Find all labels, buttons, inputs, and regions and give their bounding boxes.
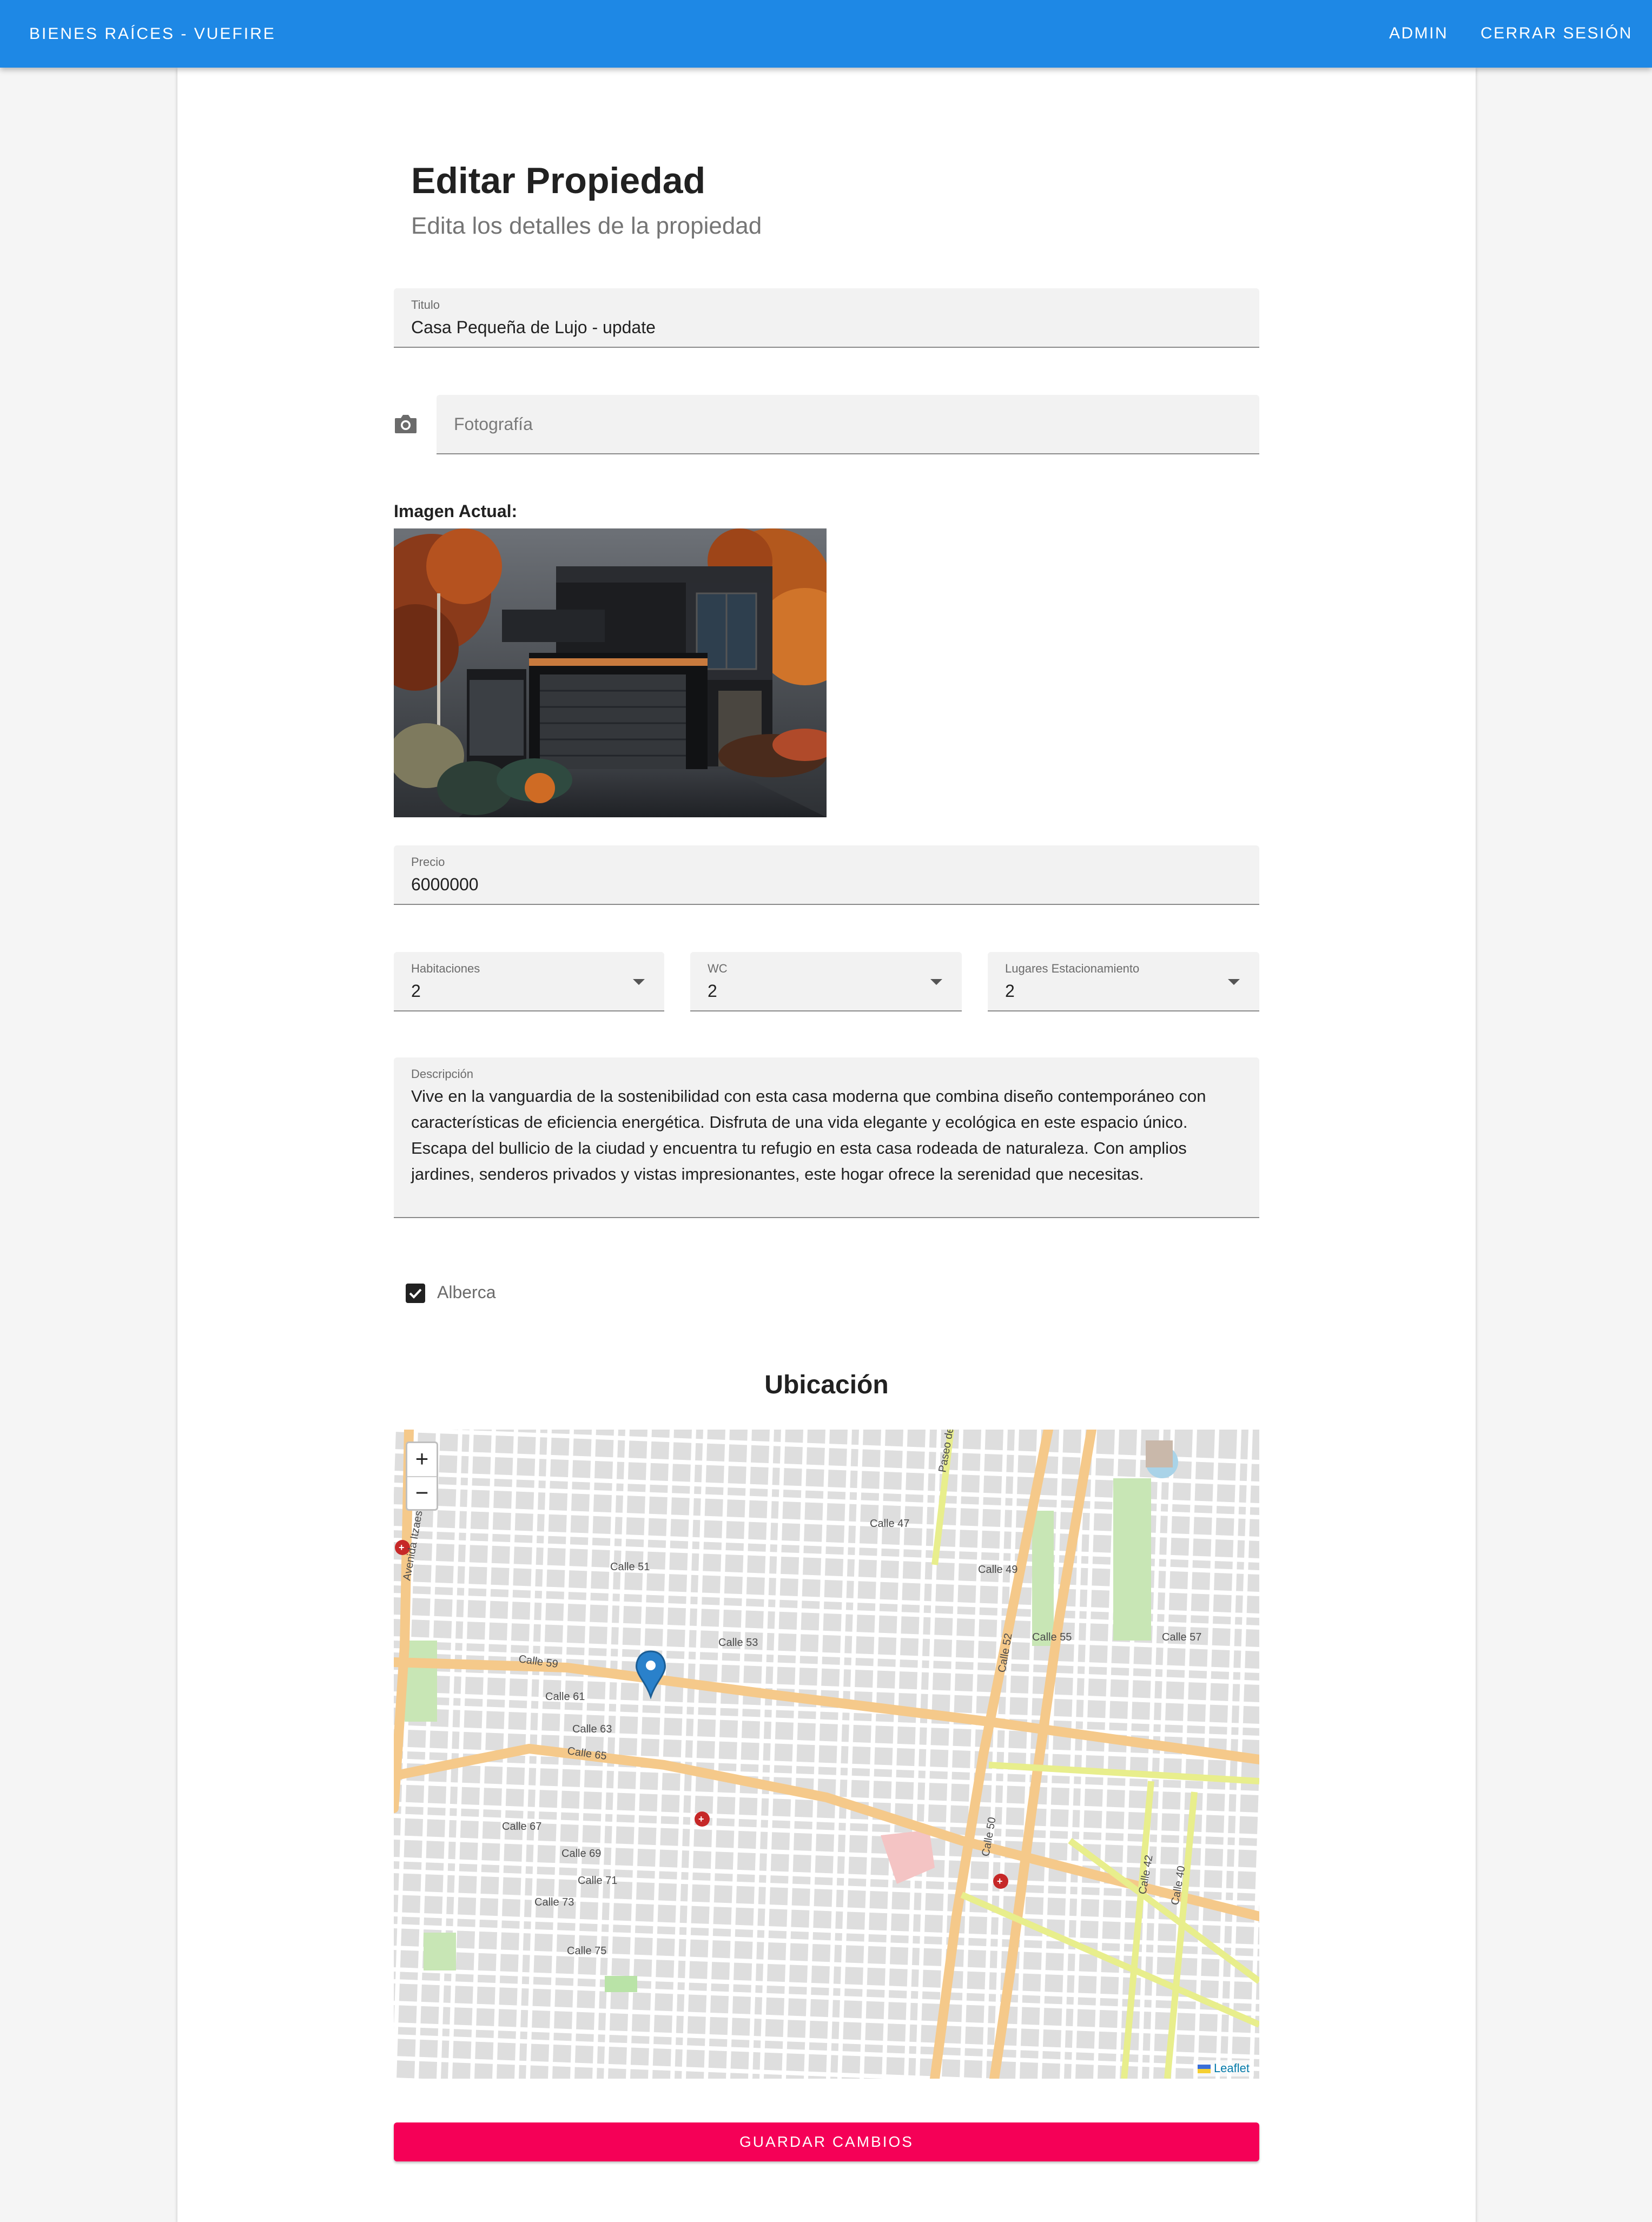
map-street-label: Calle 53 (718, 1637, 758, 1649)
rooms-select[interactable]: Habitaciones 2 (394, 952, 664, 1011)
description-text[interactable]: Vive en la vanguardia de la sostenibilid… (411, 1083, 1233, 1187)
title-field[interactable]: Titulo Casa Pequeña de Lujo - update (394, 288, 1259, 348)
map-street-label: Calle 67 (502, 1821, 541, 1833)
svg-text:+: + (399, 1542, 405, 1553)
map-tiles: + + + Calle 59Calle 65Calle 61Calle 63Ca… (394, 1430, 1259, 2079)
nav-admin-button[interactable]: ADMIN (1380, 18, 1457, 49)
edit-property-card: Editar Propiedad Edita los detalles de l… (177, 68, 1476, 2222)
svg-text:+: + (698, 1814, 704, 1824)
current-property-photo (394, 528, 827, 817)
map-street-label: Calle 51 (610, 1561, 650, 1573)
current-image-label: Imagen Actual: (394, 501, 518, 521)
chevron-down-icon (930, 979, 942, 985)
rooms-select-value: 2 (411, 981, 421, 1001)
map-street-label: Calle 61 (545, 1691, 585, 1703)
map-street-label: Calle 69 (561, 1848, 601, 1860)
page-title: Editar Propiedad (411, 160, 706, 201)
photo-file-placeholder: Fotografía (454, 414, 533, 434)
rooms-select-label: Habitaciones (411, 962, 480, 975)
map-street-label: Calle 73 (534, 1896, 574, 1908)
price-field-value[interactable]: 6000000 (411, 875, 479, 895)
map-street-label: Calle 57 (1162, 1631, 1201, 1643)
zoom-out-button[interactable]: − (407, 1477, 437, 1510)
location-map[interactable]: + + + Calle 59 Calle 65 Calle 61 Calle 63 Ca… (394, 1430, 1259, 2079)
map-street-label: Calle 75 (567, 1945, 606, 1957)
pool-checkbox-label[interactable]: Alberca (437, 1282, 496, 1302)
title-field-label: Titulo (411, 298, 440, 312)
page-subtitle: Edita los detalles de la propiedad (411, 213, 762, 239)
leaflet-link[interactable]: Leaflet (1214, 2061, 1250, 2075)
title-field-value[interactable]: Casa Pequeña de Lujo - update (411, 318, 656, 338)
map-zoom-control: + − (406, 1441, 438, 1511)
wc-select[interactable]: WC 2 (690, 952, 962, 1011)
photo-file-input[interactable]: Fotografía (437, 395, 1259, 454)
nav-logout-button[interactable]: CERRAR SESIÓN (1472, 18, 1641, 49)
chevron-down-icon (1228, 979, 1240, 985)
save-changes-button[interactable]: GUARDAR CAMBIOS (394, 2122, 1259, 2161)
parking-select-label: Lugares Estacionamiento (1005, 962, 1140, 975)
description-label: Descripción (411, 1067, 473, 1081)
wc-select-label: WC (708, 962, 728, 975)
map-street-label: Calle 71 (578, 1875, 617, 1887)
zoom-in-button[interactable]: + (407, 1443, 437, 1477)
ukraine-flag-icon (1197, 2065, 1211, 2074)
chevron-down-icon (633, 979, 645, 985)
map-attribution[interactable]: Leaflet (1193, 2060, 1254, 2076)
checkmark-icon (409, 1288, 422, 1299)
price-field[interactable]: Precio 6000000 (394, 845, 1259, 905)
parking-select[interactable]: Lugares Estacionamiento 2 (988, 952, 1259, 1011)
price-field-label: Precio (411, 855, 445, 869)
camera-icon (395, 415, 417, 433)
parking-select-value: 2 (1005, 981, 1015, 1001)
map-street-label: Calle 63 (572, 1723, 612, 1735)
wc-select-value: 2 (708, 981, 717, 1001)
map-street-label: Calle 49 (978, 1564, 1017, 1576)
map-street-label: Calle 47 (870, 1518, 909, 1530)
map-street-label: Calle 55 (1032, 1631, 1072, 1643)
svg-text:+: + (997, 1876, 1003, 1887)
map-title: Ubicación (764, 1371, 889, 1399)
pool-checkbox[interactable] (406, 1284, 425, 1303)
app-bar: BIENES RAÍCES - VUEFIRE ADMIN CERRAR SES… (0, 0, 1652, 68)
app-brand[interactable]: BIENES RAÍCES - VUEFIRE (29, 25, 276, 43)
description-textarea[interactable]: Descripción Vive en la vanguardia de la … (394, 1057, 1259, 1218)
